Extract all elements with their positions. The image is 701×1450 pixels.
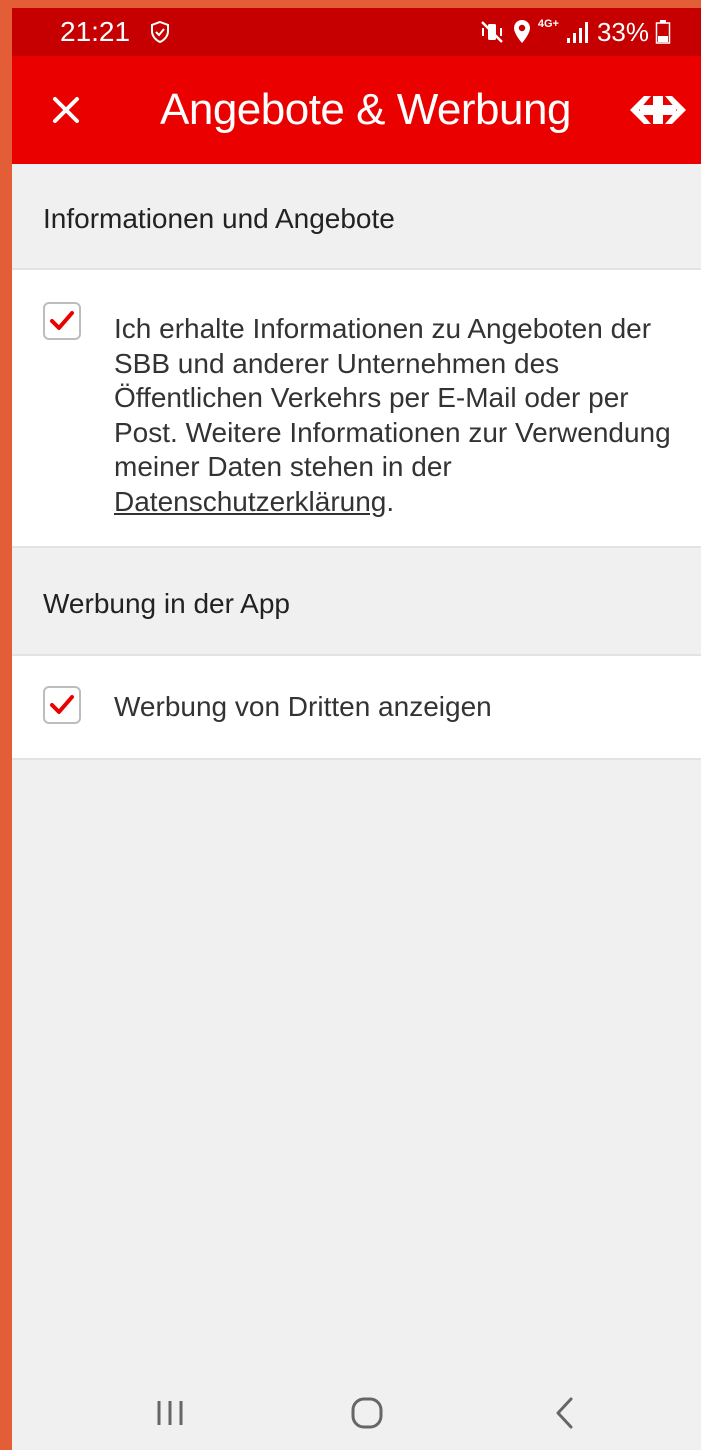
- phone-screen: 21:21 4G+ 33% Angebote & Werbung Informa…: [12, 8, 701, 1450]
- page-title: Angebote & Werbung: [160, 85, 571, 134]
- back-icon: [556, 1397, 573, 1429]
- status-icons: 4G+ 33%: [480, 16, 671, 48]
- recents-button[interactable]: [145, 1388, 195, 1438]
- location-icon: [513, 20, 530, 43]
- checkmark-icon: [50, 311, 74, 330]
- section-header-ads: Werbung in der App: [12, 548, 701, 654]
- third-party-ads-card: Werbung von Dritten anzeigen: [12, 654, 701, 760]
- home-icon: [351, 1397, 383, 1429]
- back-button[interactable]: [540, 1388, 590, 1438]
- frame-left: [0, 0, 12, 1450]
- recents-icon: [157, 1401, 183, 1425]
- info-offers-text: Ich erhalte Informationen zu Angeboten d…: [114, 312, 674, 519]
- status-bar: 21:21 4G+ 33%: [12, 8, 701, 56]
- third-party-ads-checkbox[interactable]: [43, 686, 81, 724]
- info-offers-text-end: .: [386, 485, 395, 517]
- third-party-ads-label: Werbung von Dritten anzeigen: [114, 691, 492, 722]
- frame-top: [0, 0, 701, 8]
- close-button[interactable]: [40, 84, 92, 136]
- info-offers-text-body: Ich erhalte Informationen zu Angeboten d…: [114, 313, 671, 482]
- info-offers-checkbox[interactable]: [43, 302, 81, 340]
- battery-icon: [655, 20, 671, 44]
- battery-percent: 33%: [596, 17, 649, 47]
- system-nav-bar: [12, 1368, 701, 1450]
- app-bar: Angebote & Werbung: [12, 56, 701, 164]
- network-type: 4G+: [537, 18, 559, 30]
- shield-check-icon: [151, 20, 169, 44]
- sbb-logo-icon: [630, 96, 686, 124]
- privacy-policy-link[interactable]: Datenschutzerklärung: [114, 486, 386, 517]
- status-time: 21:21: [60, 16, 131, 47]
- checkmark-icon: [50, 695, 74, 714]
- signal-icon: [566, 22, 588, 43]
- close-icon: [53, 97, 79, 123]
- vibrate-mute-icon: [480, 21, 503, 43]
- home-button[interactable]: [342, 1388, 392, 1438]
- section-header-info: Informationen und Angebote: [12, 164, 701, 268]
- info-offers-card: Ich erhalte Informationen zu Angeboten d…: [12, 268, 701, 548]
